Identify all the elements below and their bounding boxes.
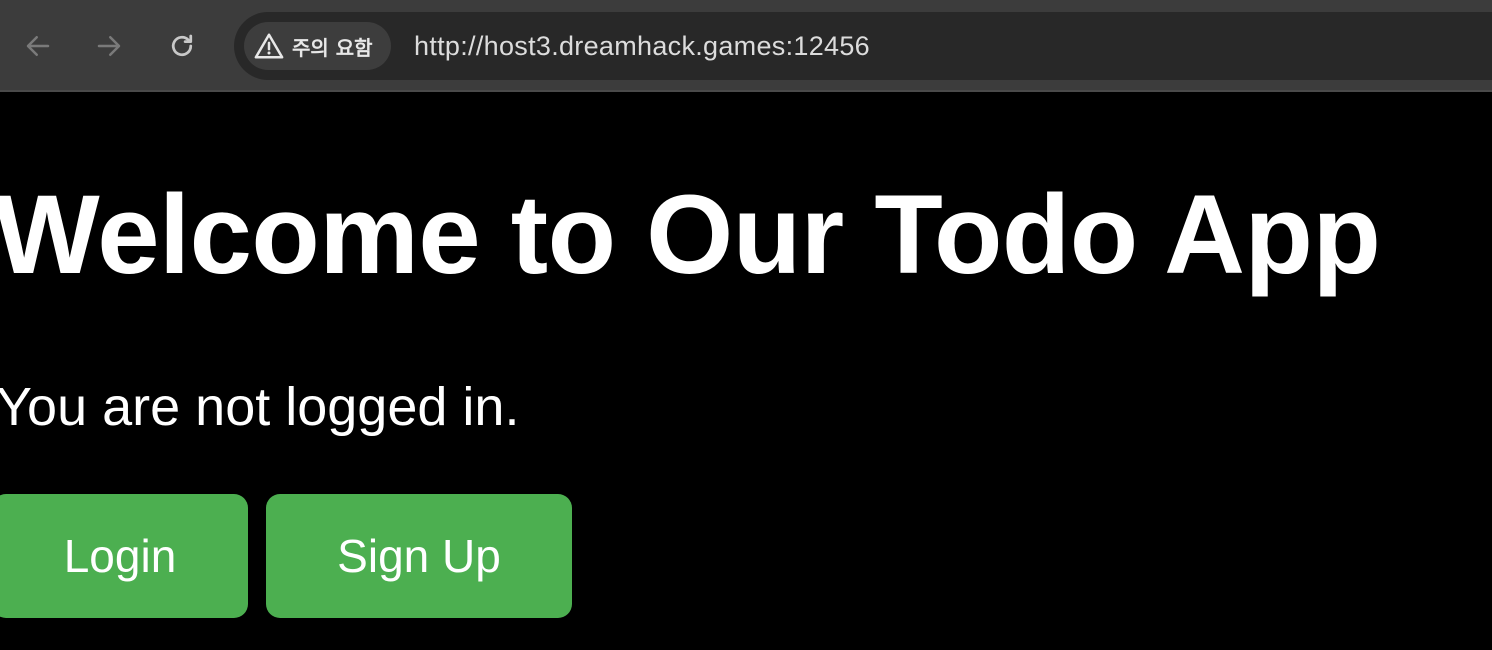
back-button[interactable] [18, 26, 58, 66]
page-title: Welcome to Our Todo App [0, 172, 1381, 297]
login-status-text: You are not logged in. [0, 377, 520, 437]
url-text[interactable]: http://host3.dreamhack.games:12456 [414, 12, 870, 80]
security-warning-chip[interactable]: 주의 요함 [244, 22, 391, 70]
browser-toolbar: 주의 요함 http://host3.dreamhack.games:12456 [0, 0, 1492, 92]
signup-button[interactable]: Sign Up [266, 494, 572, 618]
reload-icon [171, 34, 193, 57]
arrow-right-icon [97, 36, 121, 56]
reload-button[interactable] [162, 26, 202, 66]
address-bar[interactable]: 주의 요함 http://host3.dreamhack.games:12456 [234, 12, 1492, 80]
forward-button[interactable] [89, 26, 129, 66]
arrow-left-icon [26, 36, 50, 56]
login-button[interactable]: Login [0, 494, 248, 618]
security-chip-label: 주의 요함 [292, 35, 373, 60]
warning-triangle-icon [254, 32, 284, 60]
